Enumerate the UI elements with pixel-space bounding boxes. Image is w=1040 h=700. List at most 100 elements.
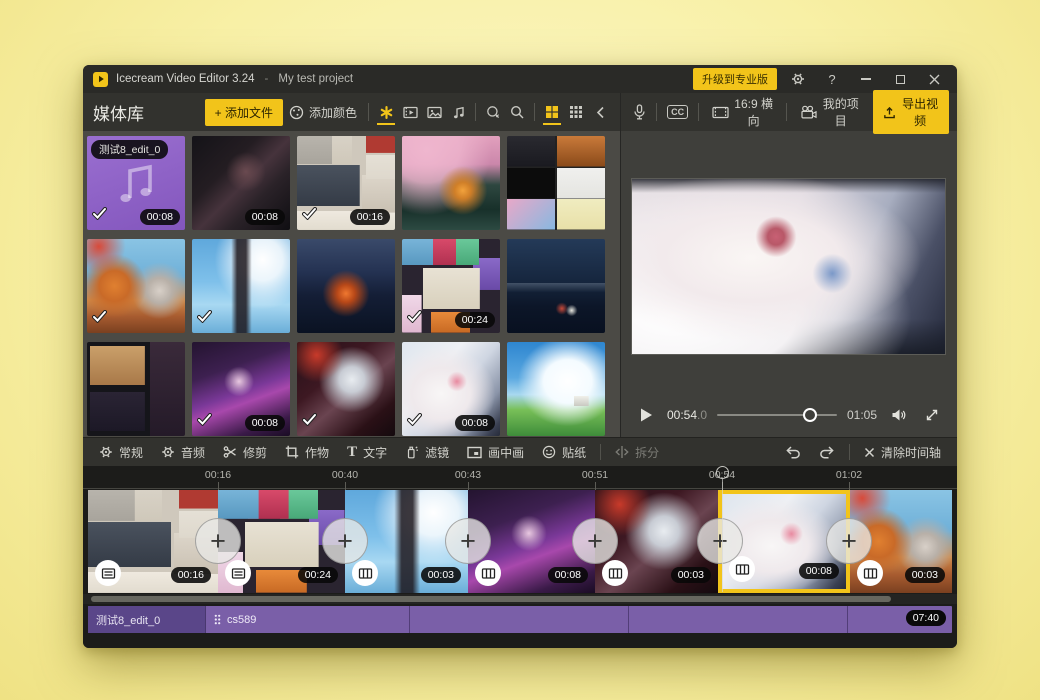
collapse-panel-button[interactable]	[588, 99, 612, 125]
add-transition-button[interactable]: +	[826, 518, 872, 564]
undo-button[interactable]	[777, 441, 809, 463]
tool-general-button[interactable]: 常规	[91, 440, 151, 465]
checkmark-icon	[92, 207, 107, 225]
tool-text-button[interactable]: T 文字	[339, 440, 395, 465]
tool-pip-button[interactable]: 画中画	[459, 440, 532, 465]
media-library-panel: 媒体库 + 添加文件 添加颜色	[83, 93, 620, 437]
audio-duration-badge: 07:40	[906, 610, 946, 626]
export-video-button[interactable]: 导出视频	[873, 90, 949, 134]
fullscreen-icon	[925, 408, 939, 422]
clear-timeline-button[interactable]: 清除时间轴	[856, 440, 949, 465]
desktop-background: Icecream Video Editor 3.24 - My test pro…	[0, 0, 1040, 700]
audio-track[interactable]: 测试8_edit_0 cs589 07:40	[88, 606, 952, 633]
plus-icon: +	[337, 526, 353, 557]
captions-button[interactable]: CC	[664, 99, 691, 125]
add-transition-button[interactable]: +	[445, 518, 491, 564]
recent-files-button[interactable]	[481, 99, 505, 125]
media-tile[interactable]	[297, 239, 395, 333]
media-tile[interactable]	[87, 239, 185, 333]
play-button[interactable]	[635, 403, 657, 427]
tool-trim-button[interactable]: 修剪	[215, 440, 275, 465]
add-color-button[interactable]: 添加颜色	[283, 99, 363, 126]
grid-small-icon	[569, 105, 583, 119]
audio-segment-divider	[409, 606, 410, 633]
gear-icon	[161, 445, 175, 459]
title-separator: -	[265, 73, 269, 85]
film-clip-icon	[475, 560, 501, 586]
media-tile-audio[interactable]: 测试8_edit_0 00:08	[87, 136, 185, 230]
filter-image-button[interactable]	[422, 99, 446, 125]
preview-stage	[621, 131, 957, 393]
filter-audio-button[interactable]	[446, 99, 470, 125]
clip-duration-badge: 00:03	[905, 567, 945, 583]
media-tile[interactable]	[507, 342, 605, 436]
view-grid-button[interactable]	[540, 99, 564, 125]
minimize-button[interactable]	[853, 68, 879, 90]
seek-thumb[interactable]	[803, 408, 817, 422]
total-time: 01:05	[847, 408, 877, 422]
clip-duration-badge: 00:03	[421, 567, 461, 583]
media-tile[interactable]: 00:08	[402, 342, 500, 436]
tool-split-button[interactable]: 拆分	[607, 440, 667, 465]
add-transition-button[interactable]: +	[572, 518, 618, 564]
add-transition-button[interactable]: +	[322, 518, 368, 564]
ruler-timestamp: 00:16	[205, 469, 231, 481]
search-button[interactable]	[505, 99, 529, 125]
media-tile[interactable]: 00:08	[192, 342, 290, 436]
upgrade-pro-button[interactable]: 升级到专业版	[693, 68, 777, 90]
media-tile[interactable]	[402, 136, 500, 230]
microphone-icon	[633, 104, 646, 120]
divider	[534, 103, 535, 121]
split-icon	[615, 445, 629, 459]
media-tile[interactable]: 00:08	[192, 136, 290, 230]
film-play-icon	[403, 106, 418, 119]
media-tile[interactable]	[507, 239, 605, 333]
ruler-timestamp: 00:43	[455, 469, 481, 481]
duration-badge: 00:08	[245, 415, 285, 431]
view-list-button[interactable]	[564, 99, 588, 125]
tool-filter-button[interactable]: 滤镜	[397, 440, 457, 465]
current-time: 00:54.0	[667, 406, 707, 424]
aspect-ratio-button[interactable]: 16:9 横向	[706, 90, 779, 134]
filter-all-button[interactable]	[374, 99, 398, 125]
timeline: 00:16 00:40 00:43 00:51 00:54 01:02 0	[83, 466, 957, 648]
timeline-ruler[interactable]: 00:16 00:40 00:43 00:51 00:54 01:02	[83, 466, 957, 489]
record-voice-button[interactable]	[629, 99, 649, 125]
media-tile[interactable]	[507, 136, 605, 230]
maximize-button[interactable]	[887, 68, 913, 90]
add-transition-button[interactable]: +	[195, 518, 241, 564]
tool-crop-button[interactable]: 作物	[277, 440, 337, 465]
volume-button[interactable]	[887, 404, 911, 426]
divider	[698, 103, 699, 121]
redo-button[interactable]	[811, 441, 843, 463]
duration-badge: 00:08	[245, 209, 285, 225]
palette-icon	[289, 105, 304, 120]
media-tile[interactable]: 00:24	[402, 239, 500, 333]
smiley-icon	[542, 445, 556, 459]
checkmark-icon	[302, 413, 317, 431]
checkmark-icon	[92, 310, 107, 328]
filter-video-button[interactable]	[398, 99, 422, 125]
my-projects-button[interactable]: 我的项目	[794, 90, 865, 134]
audio-clip[interactable]: cs589	[206, 614, 264, 626]
scrollbar-thumb[interactable]	[91, 596, 891, 602]
add-transition-button[interactable]: +	[697, 518, 743, 564]
media-tile[interactable]	[297, 342, 395, 436]
add-files-button[interactable]: + 添加文件	[205, 99, 283, 126]
timeline-scrollbar[interactable]	[83, 594, 957, 604]
search-icon	[510, 105, 524, 119]
media-tile[interactable]	[87, 342, 185, 436]
settings-button[interactable]	[785, 68, 811, 90]
video-preview[interactable]	[631, 178, 946, 355]
divider	[786, 103, 787, 121]
media-tile[interactable]: 00:16	[297, 136, 395, 230]
tool-sticker-button[interactable]: 贴纸	[534, 440, 594, 465]
close-button[interactable]	[921, 68, 947, 90]
preview-header: CC 16:9 横向 我的项目	[621, 93, 957, 131]
media-tile[interactable]	[192, 239, 290, 333]
seek-slider[interactable]	[717, 408, 837, 422]
fullscreen-button[interactable]	[921, 404, 943, 426]
help-button[interactable]: ?	[819, 68, 845, 90]
picture-icon	[427, 106, 442, 119]
tool-audio-button[interactable]: 音频	[153, 440, 213, 465]
